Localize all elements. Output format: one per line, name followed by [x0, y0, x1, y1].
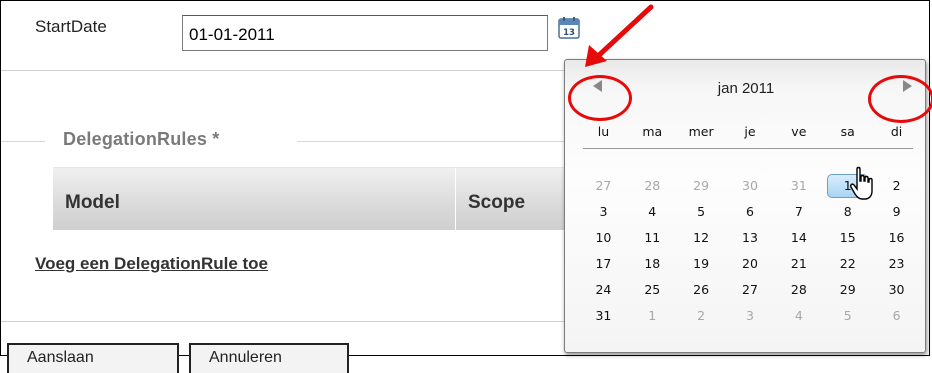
weekday-label: lu: [597, 124, 610, 139]
calendar-day[interactable]: 31: [774, 174, 823, 198]
calendar-day[interactable]: 6: [872, 304, 921, 328]
calendar-day[interactable]: 17: [579, 252, 628, 276]
column-divider: [455, 168, 456, 230]
calendar-day[interactable]: 4: [774, 304, 823, 328]
calendar-day[interactable]: 26: [677, 278, 726, 302]
calendar-day[interactable]: 27: [726, 278, 775, 302]
fieldset-border: [297, 141, 567, 142]
calendar-day[interactable]: 22: [823, 252, 872, 276]
page-frame: StartDate 01-01-2011 13 DelegationRules …: [0, 0, 932, 373]
calendar-day[interactable]: 5: [677, 200, 726, 224]
calendar-day[interactable]: 3: [726, 304, 775, 328]
calendar-day[interactable]: 23: [872, 252, 921, 276]
add-delegation-rule-link[interactable]: Voeg een DelegationRule toe: [35, 254, 268, 274]
weekday-gap: [579, 148, 921, 152]
start-date-label: StartDate: [35, 17, 107, 36]
weekday-label: ma: [642, 124, 663, 139]
calendar-day[interactable]: 20: [726, 252, 775, 276]
calendar-day[interactable]: 30: [872, 278, 921, 302]
calendar-day[interactable]: 7: [774, 200, 823, 224]
calendar-day[interactable]: 28: [628, 174, 677, 198]
calendar-day[interactable]: 12: [677, 226, 726, 250]
calendar-day[interactable]: 30: [726, 174, 775, 198]
annotation-circle: [568, 75, 632, 121]
calendar-grid: lu ma mer je ve sa di 27 28 29 30 31 1 2 3 4 5 6 7 8 9 10 11 12…: [579, 122, 921, 328]
calendar-day[interactable]: 27: [579, 174, 628, 198]
weekday-label: di: [890, 124, 903, 139]
calendar-day[interactable]: 29: [823, 278, 872, 302]
separator: [1, 321, 566, 322]
cancel-button[interactable]: Annuleren: [189, 343, 349, 373]
calendar-day[interactable]: 18: [628, 252, 677, 276]
calendar-day[interactable]: 28: [774, 278, 823, 302]
calendar-day[interactable]: 2: [677, 304, 726, 328]
calendar-day[interactable]: 4: [628, 200, 677, 224]
calendar-day[interactable]: 21: [774, 252, 823, 276]
separator: [1, 70, 566, 71]
calendar-day[interactable]: 13: [726, 226, 775, 250]
calendar-day[interactable]: 6: [726, 200, 775, 224]
weekday-label: mer: [688, 124, 714, 139]
fieldset-border: [1, 141, 45, 142]
calendar-day[interactable]: 19: [677, 252, 726, 276]
weekday-label: sa: [840, 124, 855, 139]
calendar-icon[interactable]: 13: [557, 16, 581, 40]
calendar-day[interactable]: 15: [823, 226, 872, 250]
svg-text:13: 13: [563, 28, 575, 38]
calendar-day[interactable]: 29: [677, 174, 726, 198]
calendar-day[interactable]: 2: [872, 174, 921, 198]
calendar-day[interactable]: 3: [579, 200, 628, 224]
annotation-arrow-icon: [585, 4, 654, 67]
delegation-rules-legend: DelegationRules *: [63, 129, 220, 149]
column-header-model[interactable]: Model: [65, 192, 120, 214]
mouse-cursor-icon: [850, 166, 873, 200]
calendar-day[interactable]: 24: [579, 278, 628, 302]
calendar-day[interactable]: 31: [579, 304, 628, 328]
weekday-label: ve: [791, 124, 807, 139]
weekday-label: je: [744, 124, 756, 139]
calendar-day[interactable]: 5: [823, 304, 872, 328]
calendar-day[interactable]: 10: [579, 226, 628, 250]
calendar-day[interactable]: 11: [628, 226, 677, 250]
column-header-scope[interactable]: Scope: [468, 192, 525, 214]
calendar-day[interactable]: 16: [872, 226, 921, 250]
delegation-table-header: Model Scope: [53, 167, 567, 230]
annotation-circle: [868, 75, 932, 123]
calendar-day[interactable]: 9: [872, 200, 921, 224]
save-button[interactable]: Aanslaan: [7, 343, 179, 373]
calendar-day[interactable]: 1: [628, 304, 677, 328]
calendar-day[interactable]: 25: [628, 278, 677, 302]
calendar-day[interactable]: 14: [774, 226, 823, 250]
start-date-input[interactable]: 01-01-2011: [182, 15, 548, 51]
